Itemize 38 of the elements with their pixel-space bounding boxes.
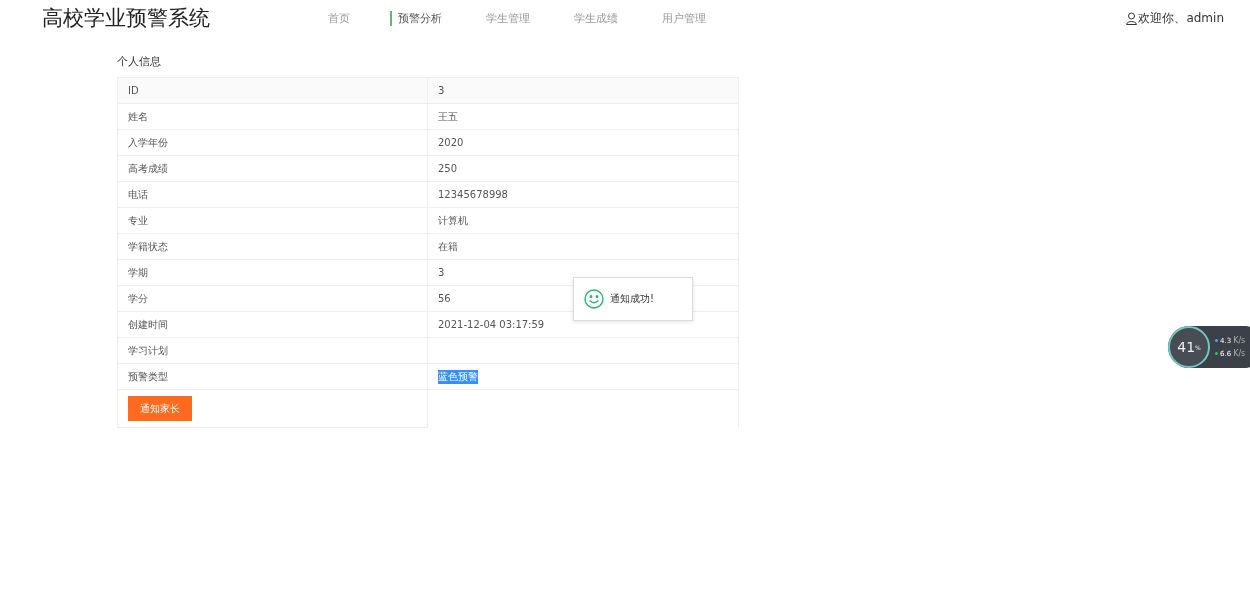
user-icon — [1126, 11, 1138, 25]
table-cell: 学习计划 — [118, 338, 428, 363]
table-cell: 高考成绩 — [118, 156, 428, 181]
table-cell: 专业 — [118, 208, 428, 233]
table-cell: 250 — [438, 163, 458, 174]
notify-parent-button[interactable]: 通知家长 — [128, 396, 192, 421]
table-cell: 2021-12-04 03:17:59 — [438, 319, 545, 330]
section-title: 个人信息 — [117, 54, 162, 69]
table-cell: 56 — [438, 293, 451, 304]
cpu-percent: 41 — [1177, 339, 1196, 355]
table-cell: 预警类型 — [118, 364, 428, 389]
table-cell: 12345678998 — [438, 189, 508, 200]
table-cell: 蓝色预警 — [438, 369, 478, 384]
table-cell: 姓名 — [118, 104, 428, 129]
toast-message: 通知成功! — [610, 292, 654, 306]
table-cell: 在籍 — [438, 239, 458, 254]
table-cell: 计算机 — [438, 213, 468, 228]
site-title: 高校学业预警系统 — [42, 5, 211, 32]
table-cell: 学分 — [118, 286, 428, 311]
table-cell: ID — [118, 78, 428, 103]
nav-link[interactable]: 预警分析 — [390, 10, 446, 26]
nav-link[interactable]: 用户管理 — [658, 10, 710, 26]
table-cell: 3 — [438, 267, 445, 278]
table-cell: 电话 — [118, 182, 428, 207]
smile-icon — [584, 289, 604, 309]
table-cell: 创建时间 — [118, 312, 428, 337]
nav-link[interactable]: 学生管理 — [482, 10, 534, 26]
table-cell: 学期 — [118, 260, 428, 285]
table-cell: 入学年份 — [118, 130, 428, 155]
welcome-text: 欢迎你、admin — [1138, 9, 1224, 27]
nav-link[interactable]: 学生成绩 — [570, 10, 622, 26]
table-cell: 学籍状态 — [118, 234, 428, 259]
table-cell: 王五 — [438, 109, 458, 124]
speed-unit: K/s — [1233, 336, 1246, 345]
table-cell: 3 — [438, 85, 445, 96]
speed-unit: K/s — [1233, 349, 1246, 358]
table-cell: 2020 — [438, 137, 464, 148]
nav-link[interactable]: 首页 — [324, 10, 354, 26]
